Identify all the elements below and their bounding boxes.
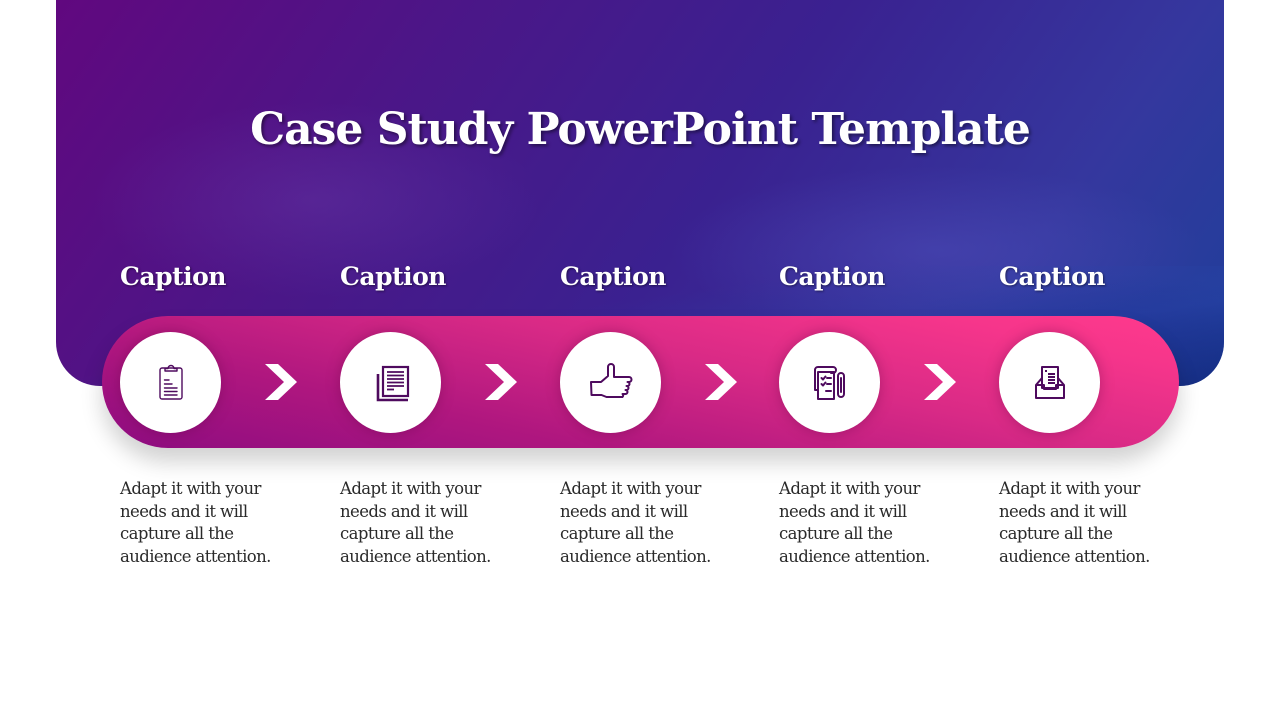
step-5-icon-circle [999, 332, 1100, 433]
step-2-description: Adapt it with your needs and it will cap… [340, 479, 491, 566]
step-1-description: Adapt it with your needs and it will cap… [120, 479, 271, 566]
step-4-caption: Caption [779, 262, 885, 291]
step-5-caption: Caption [999, 262, 1105, 291]
inbox-tray-icon [1034, 365, 1065, 399]
chevron-right-icon-3 [705, 364, 737, 400]
step-2-caption: Caption [340, 262, 446, 291]
thumbs-up-icon [589, 362, 632, 398]
step-3-caption: Caption [560, 262, 666, 291]
step-4-description: Adapt it with your needs and it will cap… [779, 479, 930, 566]
step-1-icon-circle [120, 332, 221, 433]
step-1-caption: Caption [120, 262, 226, 291]
step-2-icon-circle [340, 332, 441, 433]
clipboard-icon [158, 364, 183, 400]
step-3-description: Adapt it with your needs and it will cap… [560, 479, 711, 566]
documents-icon [376, 365, 409, 401]
slide-title: Case Study PowerPoint Template [250, 104, 1031, 155]
chevron-right-icon-4 [924, 364, 956, 400]
step-4-icon-circle [779, 332, 880, 433]
chevron-right-icon-1 [265, 364, 297, 400]
checklist-pen-icon [813, 365, 845, 400]
step-3-icon-circle [560, 332, 661, 433]
step-5-description: Adapt it with your needs and it will cap… [999, 479, 1150, 566]
chevron-right-icon-2 [485, 364, 517, 400]
